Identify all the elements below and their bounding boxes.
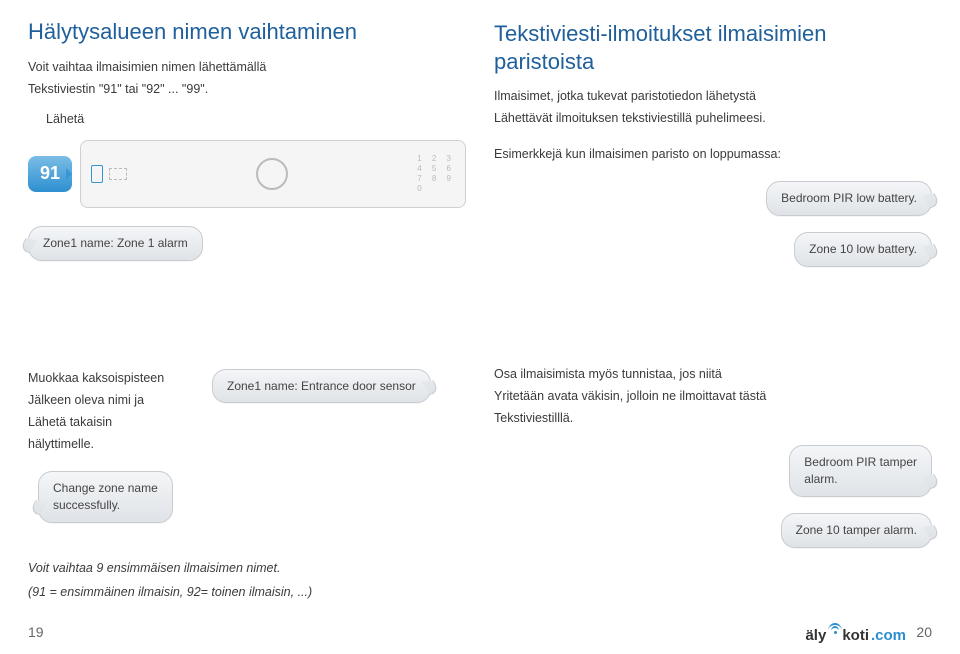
sms-bubble-text: Zone 10 tamper alarm. [796,523,917,537]
left-intro-2: Tekstiviestin "91" tai "92" ... "99". [28,80,466,98]
sms-bubble-text: Zone1 name: Entrance door sensor [227,379,416,393]
sms-bubble-tamper-2: Zone 10 tamper alarm. [781,513,932,548]
sms-bubble-text-line1: Change zone name [53,481,158,495]
mid-line1: Muokkaa kaksoispisteen [28,369,198,387]
sms-bubble-lowbat-2: Zone 10 low battery. [794,232,932,267]
left-send-label: Lähetä [46,110,466,128]
logo-part1: äly [805,627,826,644]
right-mid-text: Osa ilmaisimista myös tunnistaa, jos nii… [494,365,932,431]
right-intro-1: Ilmaisimet, jotka tukevat paristotiedon … [494,87,932,105]
sms-code-row: 91 1 2 34 5 67 8 9 0 [28,140,466,208]
footer-line1: Voit vaihtaa 9 ensimmäisen ilmaisimen ni… [28,559,466,577]
left-heading: Hälytysalueen nimen vaihtaminen [28,18,466,46]
panel-circle-icon [256,158,288,190]
page-number-left: 19 [28,624,44,640]
right-mid-2: Yritetään avata väkisin, jolloin ne ilmo… [494,387,932,405]
page: Hälytysalueen nimen vaihtaminen Voit vai… [0,0,960,654]
sms-bubble-lowbat-1: Bedroom PIR low battery. [766,181,932,216]
sms-bubble-text-line1: Bedroom PIR tamper [804,455,917,469]
logo-part2: koti [828,627,869,644]
left-intro-1: Voit vaihtaa ilmaisimien nimen lähettämä… [28,58,466,76]
mid-line4: hälyttimelle. [28,435,198,453]
left-footer-note: Voit vaihtaa 9 ensimmäisen ilmaisimen ni… [28,553,466,605]
brand-logo: älykoti.com [805,627,906,644]
sms-bubble-tamper-1: Bedroom PIR tamper alarm. [789,445,932,497]
left-mid-text: Muokkaa kaksoispisteen Jälkeen oleva nim… [28,369,198,458]
sms-bubble-text: Zone 10 low battery. [809,242,917,256]
left-column: Hälytysalueen nimen vaihtaminen Voit vai… [28,18,466,614]
sms-bubble-text-line2: alarm. [804,472,837,486]
tamper-group: Bedroom PIR tamper alarm. Zone 10 tamper… [494,445,932,547]
right-intro-3: Esimerkkejä kun ilmaisimen paristo on lo… [494,145,932,163]
keypad-icon: 1 2 34 5 67 8 9 0 [417,154,455,194]
footer-line2: (91 = ensimmäinen ilmaisin, 92= toinen i… [28,583,466,601]
right-mid-1: Osa ilmaisimista myös tunnistaa, jos nii… [494,365,932,383]
sms-badge: 91 [28,156,72,192]
page-number-right: 20 [916,624,932,640]
alarm-panel-illustration: 1 2 34 5 67 8 9 0 [80,140,466,208]
envelope-icon [109,168,127,180]
sms-bubble-text-line2: successfully. [53,498,120,512]
logo-tld: .com [871,627,906,644]
wifi-icon [828,623,842,637]
sms-code: 91 [40,163,60,184]
right-column: Tekstiviesti-ilmoitukset ilmaisimien par… [494,18,932,614]
sms-bubble-text: Bedroom PIR low battery. [781,191,917,205]
low-battery-group: Bedroom PIR low battery. Zone 10 low bat… [494,181,932,267]
sms-bubble-edit: Zone1 name: Entrance door sensor [212,369,431,404]
sms-bubble-success: Change zone name successfully. [38,471,173,523]
right-mid-3: Tekstiviestilllä. [494,409,932,427]
phone-icon [91,165,103,183]
right-intro-2: Lähettävät ilmoituksen tekstiviestillä p… [494,109,932,127]
left-mid-row: Muokkaa kaksoispisteen Jälkeen oleva nim… [28,369,466,458]
right-heading: Tekstiviesti-ilmoitukset ilmaisimien par… [494,20,932,75]
mid-line3: Lähetä takaisin [28,413,198,431]
sms-bubble-text: Zone1 name: Zone 1 alarm [43,236,188,250]
sms-bubble-zone1-name: Zone1 name: Zone 1 alarm [28,226,203,261]
mid-line2: Jälkeen oleva nimi ja [28,391,198,409]
